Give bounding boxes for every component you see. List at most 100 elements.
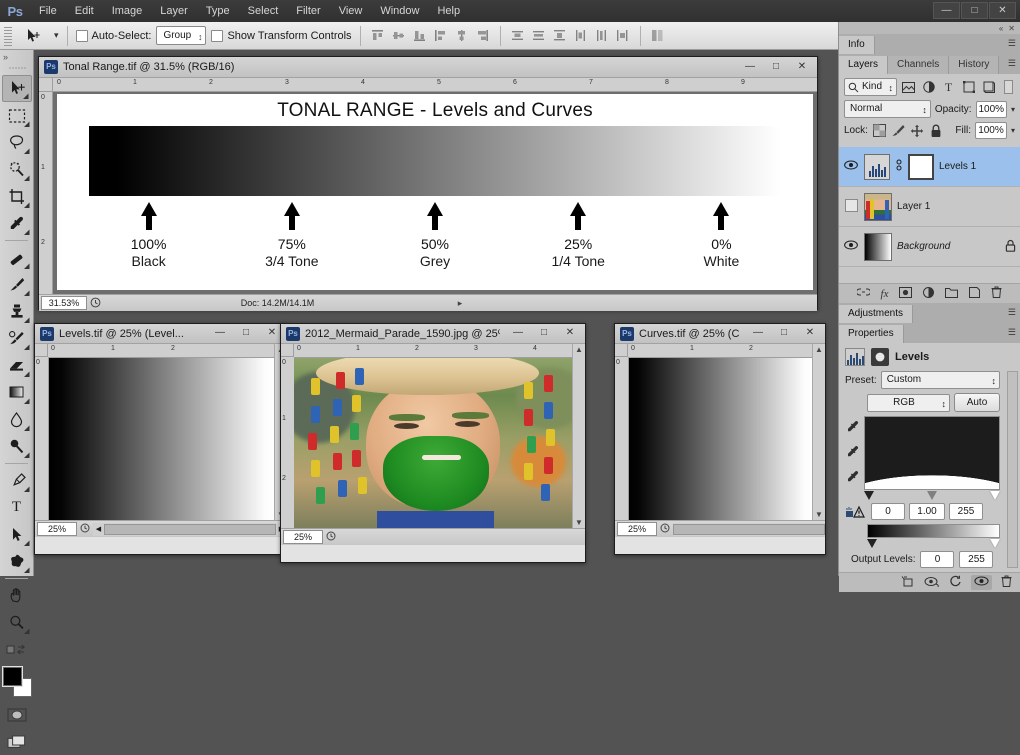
document-minimize-button[interactable]: — — [207, 325, 233, 342]
scroll-down-arrow[interactable]: ▼ — [575, 517, 583, 528]
app-close-button[interactable]: ✕ — [989, 2, 1016, 19]
layer-visibility-toggle[interactable] — [843, 160, 859, 173]
document-window-tonal-range[interactable]: Ps Tonal Range.tif @ 31.5% (RGB/16) — □ … — [38, 56, 818, 311]
auto-select-scope-dropdown[interactable]: Group — [156, 26, 207, 46]
menu-select[interactable]: Select — [239, 0, 288, 22]
menu-file[interactable]: File — [30, 0, 66, 22]
status-clock-icon[interactable] — [87, 297, 103, 310]
status-clock-icon[interactable] — [657, 523, 673, 535]
scroll-left-arrow[interactable]: ◀ — [93, 525, 104, 533]
new-adjustment-layer-icon[interactable] — [923, 286, 935, 301]
curves-gradient-canvas[interactable] — [628, 358, 812, 520]
blur-tool[interactable] — [2, 406, 32, 433]
lock-position-icon[interactable] — [910, 123, 925, 139]
distribute-bottom-edges-icon[interactable] — [551, 26, 569, 46]
lock-all-icon[interactable] — [929, 123, 944, 139]
document-title-bar[interactable]: Ps 2012_Mermaid_Parade_1590.jpg @ 25% (R… — [281, 324, 585, 344]
document-close-button[interactable]: ✕ — [789, 59, 815, 76]
filter-toggle-switch[interactable] — [1001, 79, 1016, 95]
auto-align-layers-icon[interactable] — [649, 26, 667, 46]
input-black-value[interactable]: 0 — [871, 503, 905, 520]
input-levels-slider[interactable] — [864, 491, 1000, 501]
menu-edit[interactable]: Edit — [66, 0, 103, 22]
quick-selection-tool[interactable] — [2, 156, 32, 183]
zoom-level-input[interactable]: 31.53% — [41, 296, 87, 310]
layer-visibility-toggle[interactable] — [843, 198, 859, 215]
document-window-mermaid-parade[interactable]: Ps 2012_Mermaid_Parade_1590.jpg @ 25% (R… — [280, 323, 586, 563]
tab-history[interactable]: History — [949, 56, 1000, 74]
horizontal-ruler[interactable]: 0 1 2 — [628, 344, 812, 358]
hand-tool[interactable] — [2, 582, 32, 609]
document-title-bar[interactable]: Ps Levels.tif @ 25% (Level... — □ ✕ — [35, 324, 287, 344]
clone-stamp-tool[interactable] — [2, 298, 32, 325]
dodge-tool[interactable] — [2, 433, 32, 460]
adjustments-panel-menu-icon[interactable]: ☰ — [1008, 307, 1016, 318]
edit-toolbar-button[interactable] — [2, 636, 32, 663]
menu-type[interactable]: Type — [197, 0, 239, 22]
auto-select-option[interactable]: Auto-Select: — [75, 29, 151, 42]
new-group-icon[interactable] — [945, 287, 959, 301]
set-gray-point-eyedropper-icon[interactable] — [845, 445, 860, 463]
menu-view[interactable]: View — [330, 0, 372, 22]
background-layer-thumbnail[interactable] — [864, 232, 892, 261]
filter-smart-objects-icon[interactable] — [981, 79, 996, 95]
path-selection-tool[interactable] — [2, 521, 32, 548]
document-window-curves[interactable]: Ps Curves.tif @ 25% (Curv... — □ ✕ 0 0 1… — [614, 323, 826, 555]
custom-shape-tool[interactable] — [2, 548, 32, 575]
menu-window[interactable]: Window — [371, 0, 428, 22]
layer-mask-link-icon[interactable] — [895, 159, 903, 174]
fill-chevron-down-icon[interactable]: ▾ — [1011, 126, 1015, 135]
fill-value[interactable]: 100% — [974, 122, 1007, 139]
set-white-point-eyedropper-icon[interactable] — [845, 470, 860, 488]
rectangular-marquee-tool[interactable] — [2, 102, 32, 129]
levels-adjustment-thumbnail[interactable] — [864, 153, 890, 180]
show-transform-controls-option[interactable]: Show Transform Controls — [211, 29, 352, 42]
distribute-right-edges-icon[interactable] — [614, 26, 632, 46]
document-maximize-button[interactable]: □ — [763, 59, 789, 76]
tab-properties[interactable]: Properties — [839, 325, 904, 343]
tools-panel-collapse[interactable]: » — [0, 50, 33, 64]
mermaid-parade-photo[interactable] — [294, 358, 572, 528]
document-close-button[interactable]: ✕ — [557, 325, 583, 342]
preset-dropdown[interactable]: Custom — [880, 371, 1000, 389]
output-white-value[interactable]: 255 — [959, 551, 994, 568]
distribute-horizontal-centers-icon[interactable] — [593, 26, 611, 46]
pen-tool[interactable] — [2, 467, 32, 494]
auto-select-checkbox[interactable] — [75, 29, 88, 42]
input-black-point-handle[interactable] — [864, 491, 874, 500]
scroll-thumb[interactable] — [104, 523, 276, 535]
document-maximize-button[interactable]: □ — [531, 325, 557, 342]
change-screen-mode[interactable] — [2, 728, 32, 755]
options-bar-grip[interactable] — [4, 25, 12, 46]
horizontal-scrollbar[interactable] — [673, 522, 825, 536]
input-gamma-value[interactable]: 1.00 — [909, 503, 945, 520]
info-panel-menu-icon[interactable]: ☰ — [1008, 38, 1016, 49]
layer-image-thumbnail[interactable] — [864, 192, 892, 221]
eyedropper-tool[interactable] — [2, 210, 32, 237]
show-transform-checkbox[interactable] — [211, 29, 224, 42]
distribute-top-edges-icon[interactable] — [509, 26, 527, 46]
spot-healing-brush-tool[interactable] — [2, 244, 32, 271]
input-white-point-handle[interactable] — [990, 491, 1000, 500]
align-horizontal-centers-icon[interactable] — [453, 26, 471, 46]
blend-mode-dropdown[interactable]: Normal — [844, 100, 931, 118]
app-maximize-button[interactable]: □ — [961, 2, 988, 19]
zoom-level-input[interactable]: 25% — [37, 522, 77, 536]
horizontal-ruler[interactable]: 0 1 2 3 4 — [294, 344, 572, 358]
zoom-level-input[interactable]: 25% — [283, 530, 323, 544]
output-black-value[interactable]: 0 — [920, 551, 955, 568]
opacity-chevron-down-icon[interactable]: ▾ — [1011, 105, 1015, 114]
layer-row-background[interactable]: Background — [839, 227, 1020, 267]
document-minimize-button[interactable]: — — [737, 59, 763, 76]
align-vertical-centers-icon[interactable] — [390, 26, 408, 46]
history-brush-tool[interactable] — [2, 325, 32, 352]
vertical-ruler[interactable]: 0 — [615, 357, 629, 520]
link-layers-icon[interactable] — [855, 287, 871, 300]
properties-panel-menu-icon[interactable]: ☰ — [1008, 327, 1016, 338]
zoom-tool[interactable] — [2, 609, 32, 636]
align-left-edges-icon[interactable] — [432, 26, 450, 46]
output-levels-slider[interactable] — [867, 539, 1000, 548]
app-minimize-button[interactable]: — — [933, 2, 960, 19]
filter-type-layers-icon[interactable]: T — [941, 79, 956, 95]
document-window-levels[interactable]: Ps Levels.tif @ 25% (Level... — □ ✕ 0 0 … — [34, 323, 288, 555]
